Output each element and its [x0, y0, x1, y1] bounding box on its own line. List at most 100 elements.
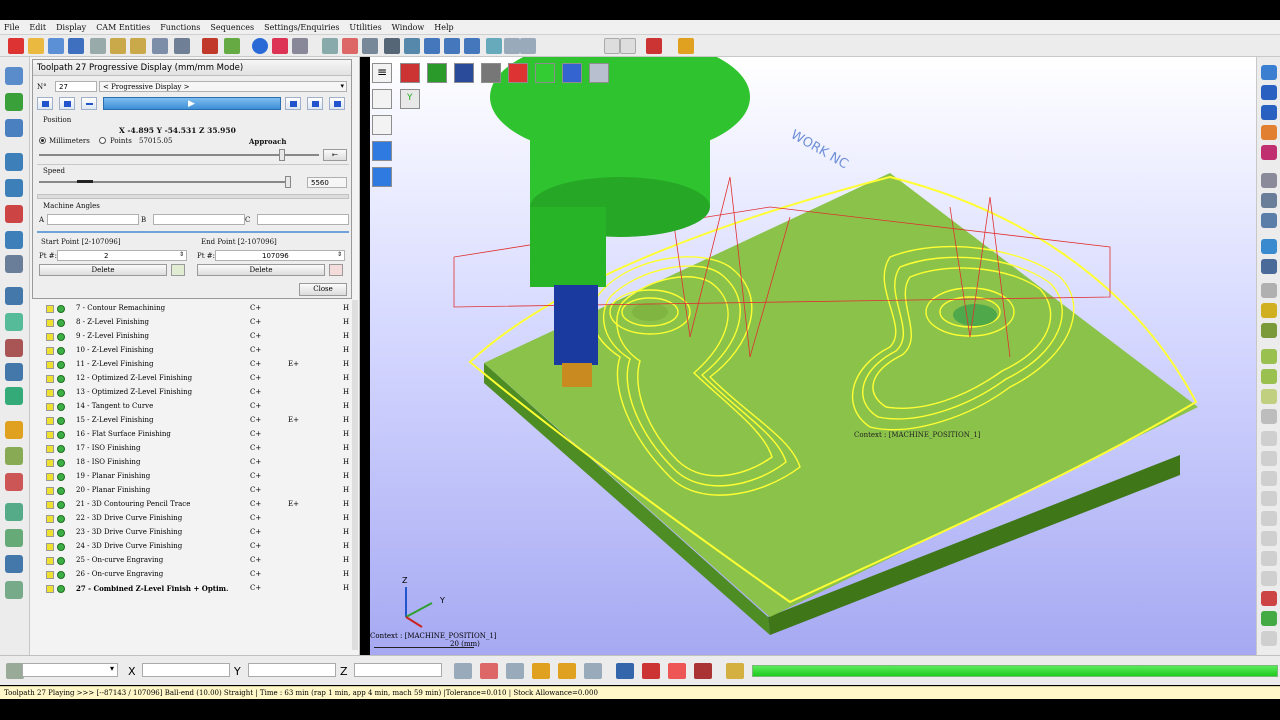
x-coordinate-field[interactable]	[142, 663, 230, 677]
approach-toggle-button[interactable]: ⇤	[323, 149, 347, 161]
save-icon[interactable]	[68, 38, 84, 54]
stop-button[interactable]	[81, 97, 97, 110]
cube-view-icon[interactable]	[1261, 65, 1277, 80]
cube-front-icon[interactable]	[1261, 105, 1277, 120]
visibility-checkbox[interactable]	[46, 515, 54, 523]
workzone-icon[interactable]	[48, 38, 64, 54]
cube-top-icon[interactable]	[1261, 85, 1277, 100]
pan-icon[interactable]	[404, 38, 420, 54]
angle-a-field[interactable]	[47, 214, 139, 225]
redo-icon[interactable]	[130, 38, 146, 54]
section-collapse-bar[interactable]	[37, 194, 349, 199]
toolpath-row[interactable]: 15 - Z-Level Finishing C+ E+ H	[38, 414, 350, 428]
pick-end-icon[interactable]	[329, 264, 343, 276]
view-green-icon[interactable]	[427, 63, 447, 83]
trim-icon[interactable]	[5, 473, 23, 491]
pan-view-icon[interactable]	[1261, 193, 1277, 208]
hand-icon[interactable]	[1261, 283, 1277, 298]
toolpath-row[interactable]: 23 - 3D Drive Curve Finishing C+ H	[38, 526, 350, 540]
view-blue-icon[interactable]	[454, 63, 474, 83]
curve-icon[interactable]	[1261, 531, 1277, 546]
close-button[interactable]: Close	[299, 283, 347, 296]
position-slider-track[interactable]	[39, 154, 319, 156]
info-icon[interactable]	[616, 663, 634, 679]
visibility-checkbox[interactable]	[46, 557, 54, 565]
start-pt-field[interactable]: 2 ⇕	[57, 250, 187, 261]
step-back-button[interactable]	[59, 97, 75, 110]
tool-icon[interactable]	[5, 255, 23, 273]
tool-display-icon[interactable]	[1261, 591, 1277, 606]
fast-forward-button[interactable]	[307, 97, 323, 110]
material-icon[interactable]	[272, 38, 288, 54]
speed-field[interactable]: 5560	[307, 177, 347, 188]
points-radio[interactable]	[99, 137, 106, 144]
display-mode-select[interactable]: < Progressive Display > ▾	[99, 81, 347, 92]
record-icon[interactable]	[694, 663, 712, 679]
toolpath-row[interactable]: 14 - Tangent to Curve C+ H	[38, 400, 350, 414]
postprocess-icon[interactable]	[5, 363, 23, 381]
layer-off-icon[interactable]	[1261, 369, 1277, 384]
menu-utilities[interactable]: Utilities	[349, 23, 381, 32]
menu-settings[interactable]: Settings/Enquiries	[264, 23, 339, 32]
toolpath-row[interactable]: 25 - On-curve Engraving C+ H	[38, 554, 350, 568]
last-point-button[interactable]	[329, 97, 345, 110]
visibility-checkbox[interactable]	[46, 445, 54, 453]
target-icon[interactable]	[480, 663, 498, 679]
edit-toolpath-icon[interactable]	[5, 421, 23, 439]
step-forward-button[interactable]	[285, 97, 301, 110]
shade-icon[interactable]	[252, 38, 268, 54]
measure-icon[interactable]	[486, 38, 502, 54]
wireframe-cube-icon[interactable]	[372, 115, 392, 135]
select-icon[interactable]	[342, 38, 358, 54]
toolpath-row[interactable]: 24 - 3D Drive Curve Finishing C+ H	[38, 540, 350, 554]
visibility-checkbox[interactable]	[46, 543, 54, 551]
surface-view-icon[interactable]	[1261, 551, 1277, 566]
visibility-checkbox[interactable]	[46, 333, 54, 341]
spline-icon[interactable]	[558, 663, 576, 679]
visibility-checkbox[interactable]	[46, 473, 54, 481]
layer-on-icon[interactable]	[1261, 349, 1277, 364]
toolpath-row[interactable]: 17 - ISO Finishing C+ H	[38, 442, 350, 456]
stock-model-icon[interactable]	[5, 179, 23, 197]
toolpath-row[interactable]: 11 - Z-Level Finishing C+ E+ H	[38, 358, 350, 372]
angle-b-field[interactable]	[153, 214, 245, 225]
open-folder-icon[interactable]	[28, 38, 44, 54]
block-icon[interactable]	[5, 153, 23, 171]
menu-file[interactable]: File	[4, 23, 19, 32]
snap-mode-select[interactable]: ▾	[22, 663, 118, 677]
toolpath-row[interactable]: 12 - Optimized Z-Level Finishing C+ H	[38, 372, 350, 386]
rotate-view-icon[interactable]	[1261, 173, 1277, 188]
rotate-y-icon[interactable]	[464, 38, 480, 54]
cursor-icon[interactable]	[454, 663, 472, 679]
shadow-icon[interactable]	[1261, 451, 1277, 466]
menu-functions[interactable]: Functions	[160, 23, 200, 32]
speed-slider-thumb[interactable]	[285, 176, 291, 188]
misc-icon[interactable]	[1261, 631, 1277, 646]
visibility-checkbox[interactable]	[46, 319, 54, 327]
pencil-icon[interactable]	[1261, 303, 1277, 318]
visibility-checkbox[interactable]	[46, 459, 54, 467]
solid-icon[interactable]	[1261, 571, 1277, 586]
shaded-cube-icon[interactable]	[372, 141, 392, 161]
holder-icon[interactable]	[5, 231, 23, 249]
toolpath-list-scrollbar[interactable]	[352, 300, 358, 650]
grid-icon[interactable]	[152, 38, 168, 54]
toolpath-row[interactable]: 21 - 3D Contouring Pencil Trace C+ E+ H	[38, 498, 350, 512]
millimeters-radio[interactable]	[39, 137, 46, 144]
toolpath-row[interactable]: 8 - Z-Level Finishing C+ H	[38, 316, 350, 330]
arrow-icon[interactable]	[1261, 323, 1277, 338]
visibility-checkbox[interactable]	[46, 403, 54, 411]
toolpath-icon[interactable]	[5, 93, 23, 111]
visibility-checkbox[interactable]	[46, 529, 54, 537]
zoom-window-icon[interactable]	[384, 38, 400, 54]
layer-all-icon[interactable]	[1261, 389, 1277, 404]
filter-icon[interactable]	[504, 38, 520, 54]
toolpath-row[interactable]: 18 - ISO Finishing C+ H	[38, 456, 350, 470]
toolpath-number-field[interactable]: 27	[55, 81, 97, 92]
toolpath-row[interactable]: 26 - On-curve Engraving C+ H	[38, 568, 350, 582]
visibility-checkbox[interactable]	[46, 585, 54, 593]
sequence-icon[interactable]	[726, 663, 744, 679]
copy-icon[interactable]	[5, 529, 23, 547]
transparent-cube-icon[interactable]	[372, 167, 392, 187]
visibility-checkbox[interactable]	[46, 389, 54, 397]
